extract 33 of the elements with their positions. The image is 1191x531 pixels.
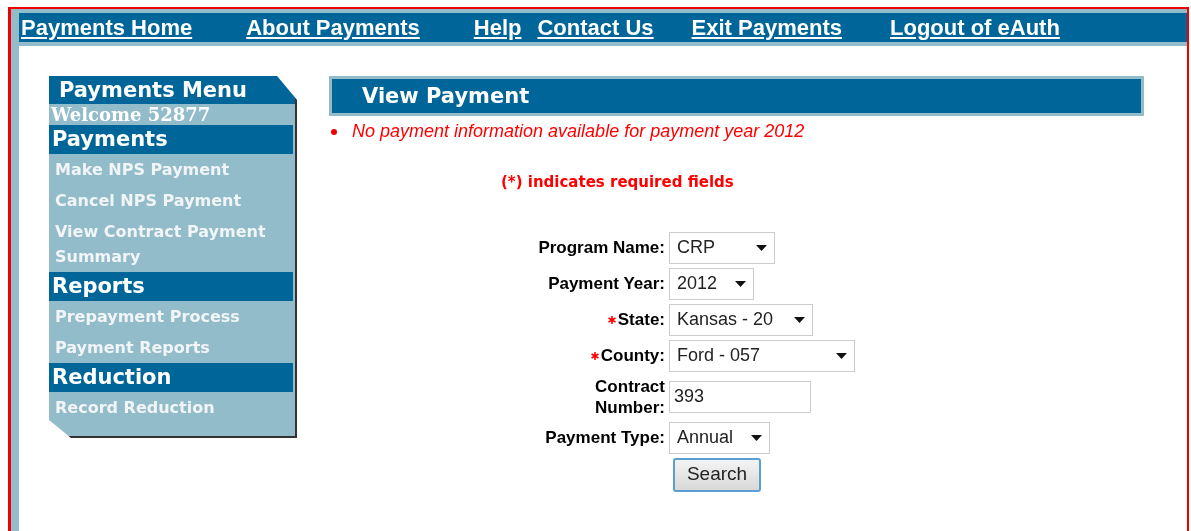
search-button[interactable]: Search	[673, 457, 761, 492]
required-note: (*) indicates required fields	[501, 172, 735, 193]
page-title-bar: View Payment	[329, 76, 1144, 116]
section-heading: Reports	[49, 272, 293, 301]
field-label: County:	[600, 345, 665, 366]
menu-title: Payments Menu	[49, 76, 295, 104]
nav-link[interactable]: Exit Payments	[691, 11, 842, 44]
section-heading: Reduction	[49, 363, 293, 392]
field-label: Program Name:	[538, 237, 665, 258]
caret-icon	[756, 244, 767, 251]
section-heading: Payments	[49, 125, 293, 154]
field-label: Payment Year:	[548, 273, 665, 294]
caret-icon	[794, 316, 805, 323]
nav-link[interactable]: Contact Us	[537, 11, 654, 44]
nav-link[interactable]: Payments Home	[21, 11, 193, 44]
field-label: Payment Type:	[545, 427, 665, 448]
dropdown[interactable]: CRP	[669, 231, 775, 264]
dropdown[interactable]: Annual	[669, 421, 770, 454]
caret-icon	[735, 280, 746, 287]
error-message: No payment information available for payment year 2012	[352, 120, 805, 143]
nav-link[interactable]: Logout of eAuth	[890, 11, 1060, 44]
nav-link[interactable]: About Payments	[246, 11, 420, 44]
dropdown[interactable]: 2012	[669, 267, 754, 300]
dropdown[interactable]: Kansas - 20	[669, 303, 813, 336]
bullet-icon	[331, 128, 337, 135]
field-label: State:	[617, 309, 665, 330]
field-label: Contract Number:	[594, 375, 665, 418]
caret-icon	[836, 352, 847, 359]
caret-icon	[751, 434, 762, 441]
nav-link[interactable]: Help	[473, 11, 522, 44]
dropdown[interactable]: Ford - 057	[669, 339, 855, 372]
welcome-text: Welcome 52877	[49, 104, 212, 125]
input-field[interactable]: 393	[669, 380, 811, 413]
